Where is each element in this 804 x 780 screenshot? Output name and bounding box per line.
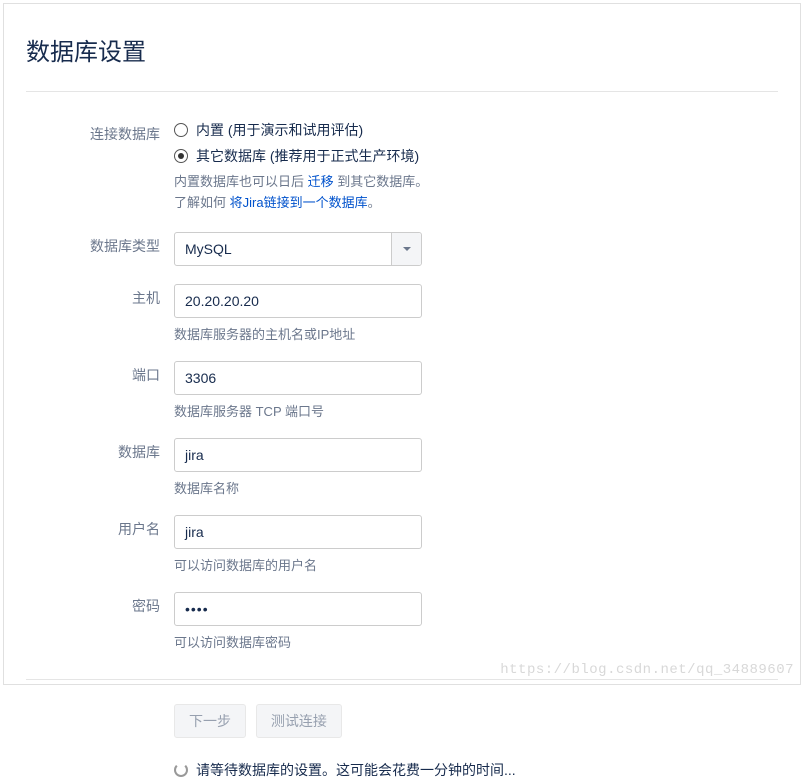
row-db: 数据库 jira 数据库名称 bbox=[26, 438, 778, 497]
input-host[interactable]: 20.20.20.20 bbox=[174, 284, 422, 318]
link-migrate[interactable]: 迁移 bbox=[308, 174, 334, 189]
help-pass: 可以访问数据库密码 bbox=[174, 632, 778, 651]
label-user: 用户名 bbox=[26, 515, 174, 539]
label-dbtype: 数据库类型 bbox=[26, 232, 174, 256]
label-pass: 密码 bbox=[26, 592, 174, 616]
field-connect: 内置 (用于演示和试用评估) 其它数据库 (推荐用于正式生产环境) 内置数据库也… bbox=[174, 120, 778, 214]
row-user: 用户名 jira 可以访问数据库的用户名 bbox=[26, 515, 778, 574]
row-port: 端口 3306 数据库服务器 TCP 端口号 bbox=[26, 361, 778, 420]
watermark: https://blog.csdn.net/qq_34889607 bbox=[500, 662, 794, 678]
hint-builtin: 内置数据库也可以日后 迁移 到其它数据库。 了解如何 将Jira链接到一个数据库… bbox=[174, 172, 778, 214]
hint2-p1: 了解如何 bbox=[174, 195, 230, 210]
field-host: 20.20.20.20 数据库服务器的主机名或IP地址 bbox=[174, 284, 778, 343]
next-button-label: 下一步 bbox=[189, 711, 231, 731]
label-connect: 连接数据库 bbox=[26, 120, 174, 144]
label-db: 数据库 bbox=[26, 438, 174, 462]
radio-label-builtin: 内置 (用于演示和试用评估) bbox=[196, 120, 363, 140]
test-button-label: 测试连接 bbox=[271, 711, 327, 731]
radio-icon-unchecked bbox=[174, 123, 188, 137]
row-dbtype: 数据库类型 MySQL bbox=[26, 232, 778, 266]
row-pass: 密码 •••• 可以访问数据库密码 bbox=[26, 592, 778, 651]
divider-bottom bbox=[26, 679, 778, 680]
field-pass: •••• 可以访问数据库密码 bbox=[174, 592, 778, 651]
input-pass-value: •••• bbox=[185, 601, 209, 617]
radio-label-other: 其它数据库 (推荐用于正式生产环境) bbox=[196, 146, 419, 166]
help-db: 数据库名称 bbox=[174, 478, 778, 497]
select-dbtype[interactable]: MySQL bbox=[174, 232, 422, 266]
field-user: jira 可以访问数据库的用户名 bbox=[174, 515, 778, 574]
action-bar: 下一步 测试连接 bbox=[174, 704, 778, 738]
radio-icon-checked bbox=[174, 149, 188, 163]
radio-option-other[interactable]: 其它数据库 (推荐用于正式生产环境) bbox=[174, 146, 778, 166]
input-db-value: jira bbox=[185, 447, 204, 463]
label-port: 端口 bbox=[26, 361, 174, 385]
field-port: 3306 数据库服务器 TCP 端口号 bbox=[174, 361, 778, 420]
input-host-value: 20.20.20.20 bbox=[185, 293, 259, 309]
input-port[interactable]: 3306 bbox=[174, 361, 422, 395]
input-db[interactable]: jira bbox=[174, 438, 422, 472]
help-host: 数据库服务器的主机名或IP地址 bbox=[174, 324, 778, 343]
radio-option-builtin[interactable]: 内置 (用于演示和试用评估) bbox=[174, 120, 778, 140]
hint1-p1: 内置数据库也可以日后 bbox=[174, 174, 308, 189]
row-connect: 连接数据库 内置 (用于演示和试用评估) 其它数据库 (推荐用于正式生产环境) … bbox=[26, 120, 778, 214]
row-host: 主机 20.20.20.20 数据库服务器的主机名或IP地址 bbox=[26, 284, 778, 343]
field-db: jira 数据库名称 bbox=[174, 438, 778, 497]
hint1-p2: 到其它数据库。 bbox=[334, 174, 429, 189]
settings-panel: 数据库设置 连接数据库 内置 (用于演示和试用评估) 其它数据库 (推荐用于正式… bbox=[3, 3, 801, 685]
loading-spinner-icon bbox=[174, 763, 188, 777]
link-connect-jira[interactable]: 将Jira链接到一个数据库 bbox=[230, 195, 368, 210]
status-text: 请等待数据库的设置。这可能会花费一分钟的时间... bbox=[196, 760, 516, 780]
select-dbtype-value: MySQL bbox=[175, 241, 242, 257]
hint2-p2: 。 bbox=[368, 195, 381, 210]
divider-top bbox=[26, 91, 778, 92]
status-row: 请等待数据库的设置。这可能会花费一分钟的时间... bbox=[174, 760, 778, 780]
page-title: 数据库设置 bbox=[26, 32, 778, 67]
field-dbtype: MySQL bbox=[174, 232, 778, 266]
help-user: 可以访问数据库的用户名 bbox=[174, 555, 778, 574]
input-pass[interactable]: •••• bbox=[174, 592, 422, 626]
input-user[interactable]: jira bbox=[174, 515, 422, 549]
next-button[interactable]: 下一步 bbox=[174, 704, 246, 738]
chevron-down-icon bbox=[391, 233, 421, 265]
label-host: 主机 bbox=[26, 284, 174, 308]
input-user-value: jira bbox=[185, 524, 204, 540]
input-port-value: 3306 bbox=[185, 370, 216, 386]
test-connection-button[interactable]: 测试连接 bbox=[256, 704, 342, 738]
help-port: 数据库服务器 TCP 端口号 bbox=[174, 401, 778, 420]
